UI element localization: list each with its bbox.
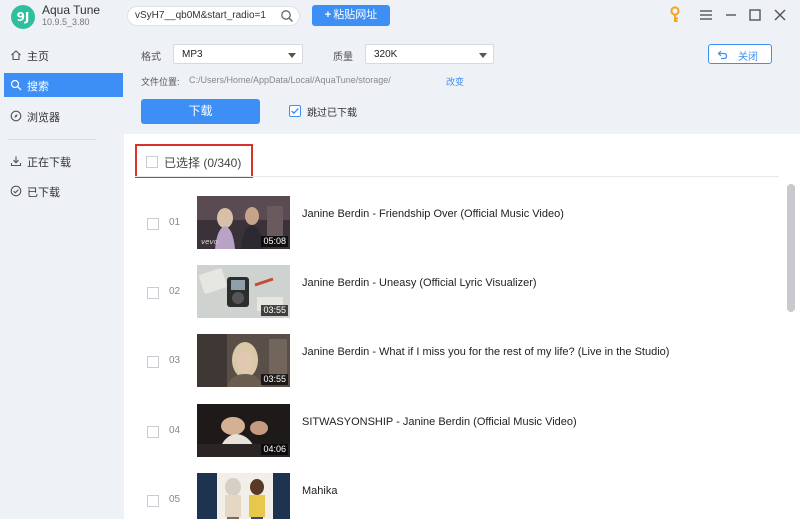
row-checkbox[interactable] [147,287,159,299]
title-bar: 9J Aqua Tune 10.9.5_3.80 vSyH7__qb0M&sta… [0,0,800,33]
video-title: Mahika [302,485,338,497]
paste-url-button[interactable]: + 粘贴网址 [312,5,390,26]
row-number: 02 [169,286,181,297]
svg-text:vevo: vevo [201,238,218,246]
sidebar-item-home[interactable]: 主页 [4,43,123,67]
chevron-down-icon [288,53,296,58]
search-icon[interactable] [280,9,294,23]
sidebar-item-label: 浏览器 [27,112,60,124]
path-label: 文件位置: [141,77,180,87]
sidebar-divider [8,139,96,140]
row-checkbox[interactable] [147,495,159,507]
checkmark-icon [291,108,299,115]
format-label: 格式 [141,52,161,63]
sidebar-item-label: 正在下载 [27,157,71,169]
download-button[interactable]: 下载 [141,99,260,124]
url-input[interactable]: vSyH7__qb0M&start_radio=1 [127,6,300,26]
row-number: 03 [169,355,181,366]
select-all-box[interactable]: 已选择 (0/340) [135,144,253,178]
skip-downloaded-label: 跳过已下载 [307,108,357,119]
row-number: 05 [169,494,181,505]
download-icon [10,156,22,167]
url-input-value[interactable]: vSyH7__qb0M&start_radio=1 [135,10,275,21]
app-name: Aqua Tune [42,3,101,17]
quality-select[interactable]: 320K [365,44,494,64]
video-title: Janine Berdin - What if I miss you for t… [302,346,670,358]
compass-icon [10,110,22,122]
close-icon[interactable] [771,6,789,24]
sidebar-item-downloaded[interactable]: 已下载 [4,179,123,203]
video-title: SITWASYONSHIP - Janine Berdin (Official … [302,416,577,428]
maximize-icon[interactable] [746,6,764,24]
menu-icon[interactable] [697,6,715,24]
select-all-label: 已选择 (0/340) [164,156,242,170]
duration-badge: 03:55 [261,305,288,316]
key-icon[interactable] [666,6,684,24]
row-checkbox[interactable] [147,356,159,368]
return-icon [717,50,728,60]
check-circle-icon [10,185,22,197]
duration-badge: 05:08 [261,236,288,247]
list-item[interactable]: 02 03:55 Janine Berdin - Uneasy (Officia… [124,265,784,325]
list-item[interactable]: 01 vevo 05:08 Janine Berdin - Friendship… [124,196,784,256]
video-thumbnail: 04:06 [197,404,290,457]
quality-label: 质量 [333,52,353,63]
close-panel-label: 关闭 [738,52,758,63]
chevron-down-icon [479,53,487,58]
video-thumbnail: 03:55 [197,334,290,387]
close-panel-button[interactable]: 关闭 [708,44,772,64]
search-icon [10,79,22,91]
plus-icon: + [324,9,332,21]
sidebar-item-downloading[interactable]: 正在下载 [4,149,123,173]
duration-badge: 04:06 [261,444,288,455]
results-list: 已选择 (0/340) 01 vevo 05:08 Janine Berdin … [124,134,800,519]
skip-downloaded-checkbox[interactable] [289,105,301,117]
quality-select-value: 320K [374,49,398,60]
duration-badge: 03:55 [261,374,288,385]
sidebar-item-label: 搜索 [27,81,49,93]
path-value: C:/Users/Home/AppData/Local/AquaTune/sto… [189,75,391,85]
format-select[interactable]: MP3 [173,44,303,64]
change-path-link[interactable]: 改变 [446,75,464,88]
row-checkbox[interactable] [147,426,159,438]
home-icon [11,50,21,61]
video-title: Janine Berdin - Friendship Over (Officia… [302,208,564,220]
select-all-checkbox[interactable] [146,156,158,168]
list-header-divider [135,176,779,177]
list-item[interactable]: 03 03:55 Janine Berdin - What if I miss … [124,334,784,394]
sidebar: 主页 搜索 浏览器 正在下载 已下载 [0,33,124,519]
sidebar-item-search[interactable]: 搜索 [4,73,123,97]
sidebar-item-browser[interactable]: 浏览器 [4,104,123,128]
row-checkbox[interactable] [147,218,159,230]
paste-url-label: 粘贴网址 [333,9,378,21]
scrollbar[interactable] [787,184,795,312]
video-thumbnail: vevo 05:08 [197,196,290,249]
video-thumbnail: 03:55 [197,265,290,318]
list-item[interactable]: 05 Mahika [124,473,784,519]
download-settings-panel: 格式 MP3 质量 320K 关闭 文件位置: C:/Users/Home/Ap… [124,33,800,134]
app-version: 10.9.5_3.80 [42,17,90,27]
row-number: 01 [169,217,181,228]
video-thumbnail [197,473,290,519]
app-logo: 9J [11,5,35,29]
format-select-value: MP3 [182,49,203,60]
sidebar-item-label: 已下载 [27,187,60,199]
sidebar-item-label: 主页 [27,51,49,63]
row-number: 04 [169,425,181,436]
list-item[interactable]: 04 04:06 SITWASYONSHIP - Janine Berdin (… [124,404,784,464]
video-title: Janine Berdin - Uneasy (Official Lyric V… [302,277,537,289]
minimize-icon[interactable] [722,6,740,24]
